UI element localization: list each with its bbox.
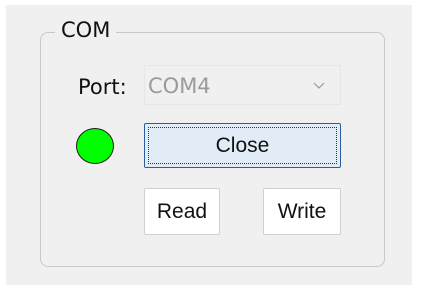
- connection-status-indicator: [76, 128, 114, 164]
- read-button-label: Read: [156, 199, 208, 223]
- port-label: Port:: [78, 75, 127, 99]
- com-group-title: COM: [55, 17, 117, 43]
- close-button-label: Close: [215, 133, 270, 157]
- close-button[interactable]: Close: [144, 123, 341, 168]
- write-button-label: Write: [277, 199, 327, 223]
- port-combobox[interactable]: COM4: [144, 65, 341, 105]
- chevron-down-icon: [313, 82, 325, 89]
- write-button[interactable]: Write: [263, 188, 341, 235]
- read-button[interactable]: Read: [144, 188, 220, 235]
- port-combobox-value: COM4: [148, 74, 211, 98]
